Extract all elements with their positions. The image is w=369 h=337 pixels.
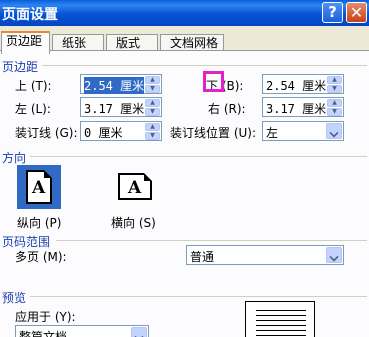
- gutter-value[interactable]: 0 厘米: [84, 124, 122, 141]
- multiple-pages-select[interactable]: 普通: [186, 245, 344, 265]
- gutter-label: 装订线 (G):: [15, 126, 78, 140]
- apply-to-value: 整篇文档: [19, 330, 68, 337]
- gutter-spinner[interactable]: 0 厘米 ▲ ▼: [80, 121, 162, 141]
- top-margin-label: 上 (T):: [15, 79, 52, 93]
- divider: [30, 156, 367, 157]
- close-button[interactable]: ✕: [346, 2, 367, 23]
- spinner-arrows[interactable]: ▲ ▼: [327, 76, 342, 93]
- right-margin-value[interactable]: 3.17 厘米: [266, 100, 326, 117]
- spinner-arrows[interactable]: ▲ ▼: [327, 99, 342, 116]
- portrait-page-icon: A: [26, 170, 52, 204]
- preview-section-title: 预览: [2, 291, 27, 305]
- gutter-position-select[interactable]: 左: [262, 121, 344, 141]
- portrait-label: 纵向 (P): [17, 216, 62, 230]
- landscape-button[interactable]: A: [106, 165, 162, 209]
- divider: [30, 296, 367, 297]
- window-title: 页面设置: [2, 7, 58, 23]
- help-button[interactable]: ?: [322, 2, 343, 23]
- apply-to-label: 应用于 (Y):: [15, 310, 76, 324]
- gutter-position-label: 装订线位置 (U):: [170, 126, 257, 140]
- page-preview: [245, 301, 315, 337]
- bottom-margin-spinner[interactable]: 2.54 厘米 ▲ ▼: [262, 74, 344, 94]
- left-margin-value[interactable]: 3.17 厘米: [84, 100, 144, 117]
- portrait-button[interactable]: A: [17, 165, 61, 209]
- spinner-arrows[interactable]: ▲ ▼: [145, 76, 160, 93]
- right-margin-label: 右 (R):: [208, 102, 246, 116]
- multiple-pages-label: 多页 (M):: [15, 250, 67, 264]
- margins-panel: 页边距 上 (T): 2.54 厘米 ▲ ▼ 下 (B): 2.54 厘米 ▲ ▼ …: [0, 50, 369, 337]
- margins-section-title: 页边距: [2, 60, 39, 74]
- highlight-marker: [203, 71, 224, 92]
- tab-strip: 页边距 纸张 版式 文档网格: [0, 31, 369, 54]
- right-margin-spinner[interactable]: 3.17 厘米 ▲ ▼: [262, 97, 344, 117]
- divider: [42, 65, 367, 66]
- tab-margins[interactable]: 页边距: [1, 31, 50, 54]
- bottom-margin-value[interactable]: 2.54 厘米: [266, 77, 326, 94]
- landscape-page-icon: A: [118, 173, 152, 200]
- spinner-arrows[interactable]: ▲ ▼: [145, 123, 160, 140]
- orientation-section-title: 方向: [2, 151, 27, 165]
- top-margin-value[interactable]: 2.54 厘米: [84, 77, 145, 94]
- title-bar: 页面设置 ? ✕: [0, 0, 369, 26]
- divider: [56, 240, 367, 241]
- landscape-label: 横向 (S): [111, 216, 156, 230]
- gutter-position-value: 左: [266, 126, 279, 140]
- dialog-body: 页边距 纸张 版式 文档网格 页边距 上 (T): 2.54 厘米 ▲ ▼ 下 (…: [0, 26, 369, 337]
- spinner-arrows[interactable]: ▲ ▼: [145, 99, 160, 116]
- chevron-down-icon[interactable]: [326, 123, 342, 139]
- left-margin-spinner[interactable]: 3.17 厘米 ▲ ▼: [80, 97, 162, 117]
- top-margin-spinner[interactable]: 2.54 厘米 ▲ ▼: [80, 74, 162, 94]
- chevron-down-icon[interactable]: [131, 327, 147, 337]
- chevron-down-icon[interactable]: [326, 247, 342, 263]
- apply-to-select[interactable]: 整篇文档: [15, 325, 149, 337]
- left-margin-label: 左 (L):: [15, 102, 51, 116]
- multiple-pages-value: 普通: [190, 250, 215, 264]
